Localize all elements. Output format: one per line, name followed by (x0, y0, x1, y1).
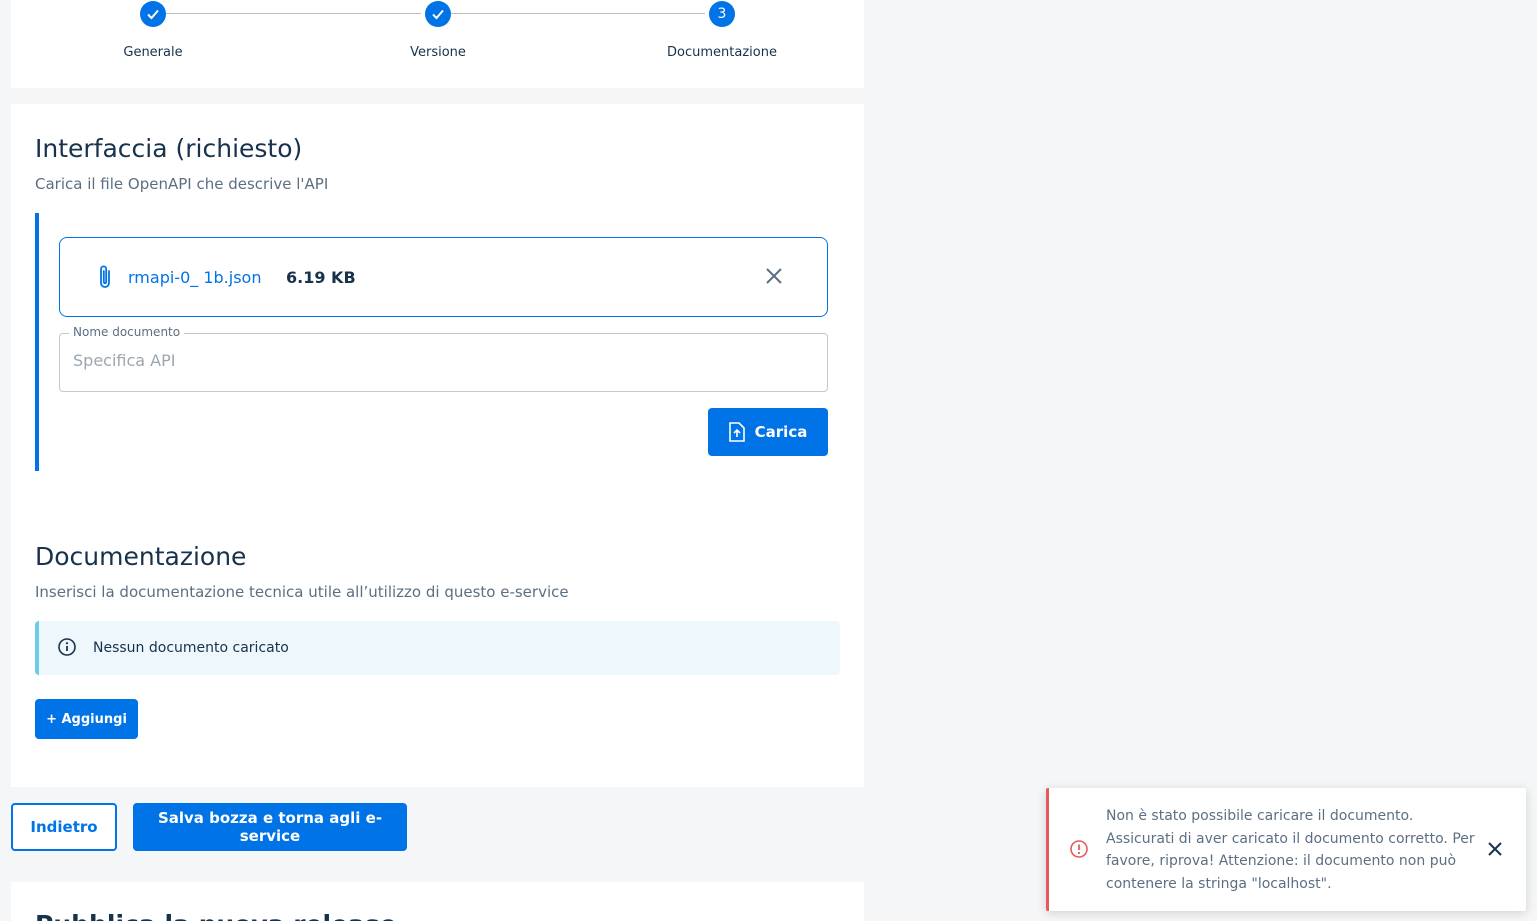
interface-subtitle: Carica il file OpenAPI che descrive l'AP… (35, 175, 329, 193)
stepper-card: Generale Versione 3 Documentazione (11, 0, 864, 88)
documentation-subtitle: Inserisci la documentazione tecnica util… (35, 583, 569, 601)
save-draft-button[interactable]: Salva bozza e torna agli e-service (133, 803, 407, 851)
publish-title: Pubblica la nuova release (35, 910, 397, 921)
error-toast: Non è stato possibile caricare il docume… (1046, 788, 1526, 911)
step-number: 3 (709, 1, 735, 27)
step-label: Generale (123, 45, 183, 60)
upload-button-label: Carica (754, 423, 808, 441)
no-documents-alert: Nessun documento caricato (35, 621, 840, 675)
info-icon (57, 637, 77, 661)
upload-button[interactable]: Carica (708, 408, 828, 456)
no-documents-text: Nessun documento caricato (93, 640, 289, 656)
close-icon[interactable] (1485, 839, 1505, 859)
step-label: Documentazione (667, 45, 777, 60)
file-size: 6.19 KB (286, 268, 356, 287)
step-versione: Versione (358, 1, 518, 60)
check-icon (140, 1, 166, 27)
interface-title: Interfaccia (richiesto) (35, 134, 303, 163)
check-icon (425, 1, 451, 27)
step-label: Versione (410, 45, 466, 60)
add-document-button[interactable]: + Aggiungi (35, 699, 138, 739)
step-generale: Generale (73, 1, 233, 60)
document-name-field[interactable]: Nome documento (59, 325, 828, 392)
back-button[interactable]: Indietro (11, 803, 117, 851)
interface-upload-block: rmapi-0_ 1b.json 6.19 KB Nome documento … (35, 213, 828, 471)
error-icon (1069, 839, 1089, 863)
upload-file-icon (728, 422, 745, 442)
error-message: Non è stato possibile caricare il docume… (1106, 808, 1475, 892)
file-name-link[interactable]: rmapi-0_ 1b.json (128, 268, 261, 287)
publish-card: Pubblica la nuova release (11, 882, 864, 921)
document-name-label: Nome documento (69, 325, 185, 339)
documentation-card: Interfaccia (richiesto) Carica il file O… (11, 104, 864, 787)
uploaded-file: rmapi-0_ 1b.json 6.19 KB (59, 237, 828, 317)
remove-file-icon[interactable] (762, 264, 786, 288)
document-name-input[interactable] (73, 351, 813, 370)
documentation-title: Documentazione (35, 542, 247, 571)
paperclip-icon (96, 264, 114, 294)
step-documentazione: 3 Documentazione (642, 1, 802, 60)
